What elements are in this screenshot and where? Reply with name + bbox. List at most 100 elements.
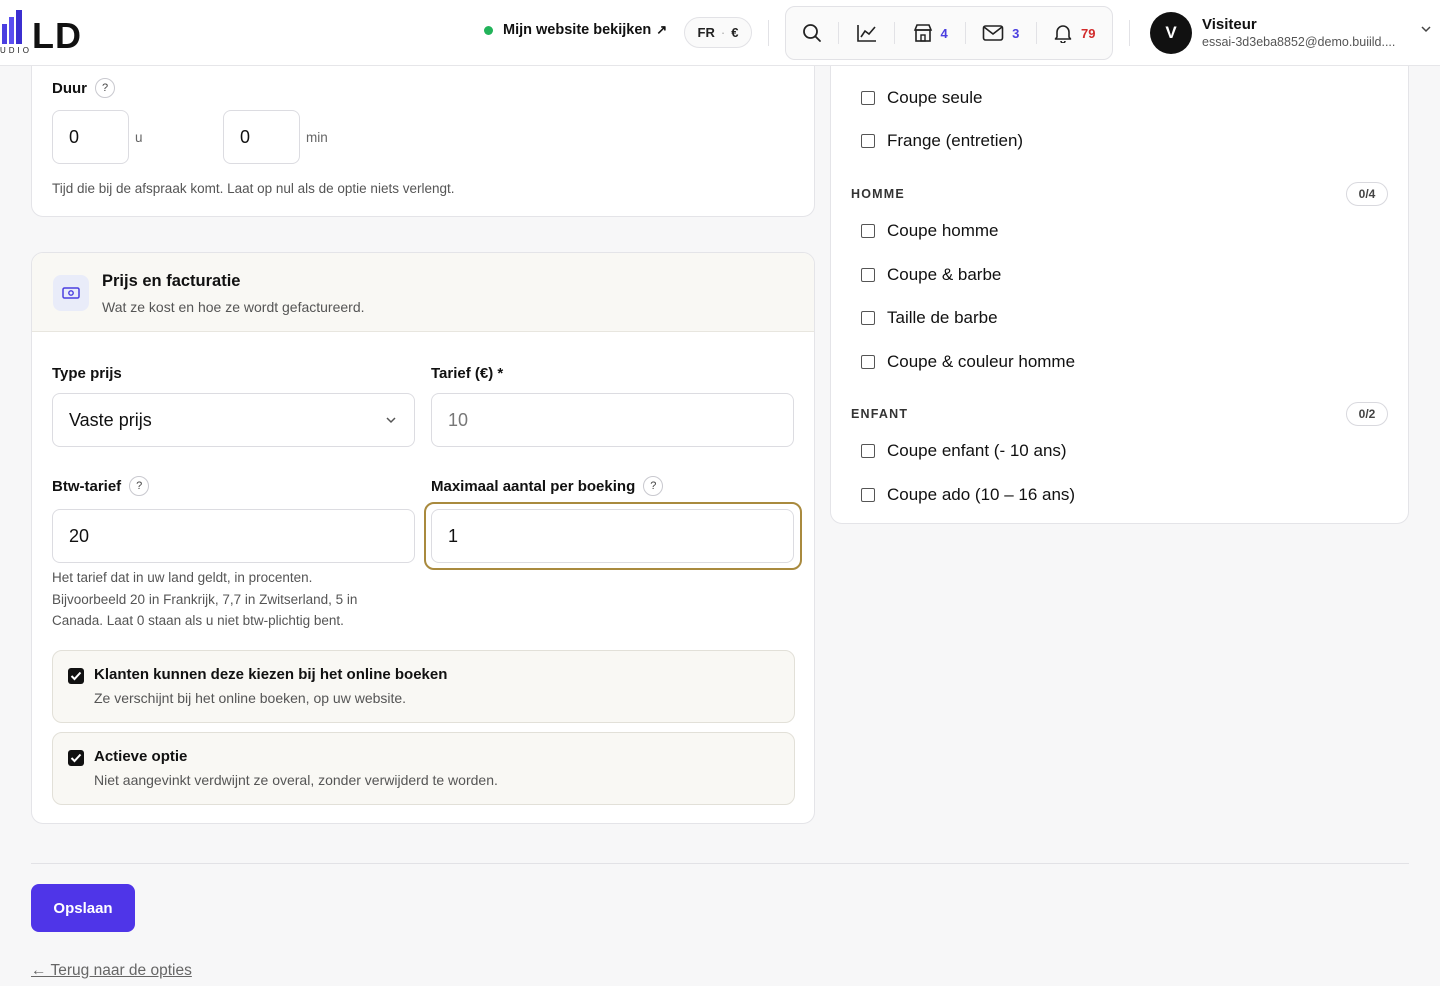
online-status-dot — [484, 25, 493, 35]
shop-badge: 4 — [940, 25, 948, 41]
duration-card: Duur ? 0 u 0 min Tijd die bij de afspraa… — [31, 40, 815, 217]
service-checkbox[interactable] — [861, 355, 875, 369]
vat-hint-line: Bijvoorbeeld 20 in Frankrijk, 7,7 in Zwi… — [52, 591, 358, 607]
online-booking-checkbox[interactable] — [68, 668, 84, 684]
online-booking-option[interactable]: Klanten kunnen deze kiezen bij het onlin… — [52, 650, 795, 723]
minutes-unit: min — [306, 130, 328, 145]
help-icon[interactable]: ? — [643, 476, 664, 496]
logo-subtitle: UDIO — [0, 46, 32, 55]
logo-bars-icon — [2, 10, 22, 44]
group-count-enfant: 0/2 — [1346, 402, 1388, 426]
messages-button[interactable]: 3 — [966, 7, 1036, 59]
vat-hint-line: Het tarief dat in uw land geldt, in proc… — [52, 570, 313, 585]
service-label: Coupe seule — [887, 88, 983, 107]
chart-icon — [856, 25, 876, 42]
duration-hours-input[interactable]: 0 — [52, 110, 129, 164]
top-bar: LD UDIO Mijn website bekijken ↗ FR · € 4… — [0, 0, 1440, 66]
vat-hint: Het tarief dat in uw land geldt, in proc… — [52, 567, 357, 632]
service-label: Coupe homme — [887, 221, 999, 240]
help-icon[interactable]: ? — [129, 476, 150, 496]
service-checkbox[interactable] — [861, 488, 875, 502]
service-checkbox[interactable] — [861, 224, 875, 238]
user-email: essai-3d3eba8852@demo.buiild.... — [1202, 35, 1396, 49]
service-checkbox[interactable] — [861, 134, 875, 148]
online-booking-subtitle: Ze verschijnt bij het online boeken, op … — [94, 690, 407, 706]
service-option[interactable]: Coupe ado (10 – 16 ans) — [861, 485, 1075, 505]
active-option-title: Actieve optie — [94, 748, 188, 765]
service-checkbox[interactable] — [861, 444, 875, 458]
max-per-booking-label: Maximaal aantal per boeking ? — [431, 476, 664, 496]
price-card-title: Prijs en facturatie — [102, 272, 241, 290]
language-currency-switcher[interactable]: FR · € — [684, 17, 752, 48]
price-type-select[interactable]: Vaste prijs — [52, 393, 415, 447]
price-type-label: Type prijs — [52, 365, 122, 382]
active-option-checkbox[interactable] — [68, 750, 84, 766]
service-label: Taille de barbe — [887, 308, 998, 327]
service-option[interactable]: Coupe & couleur homme — [861, 352, 1075, 372]
max-per-booking-label-text: Maximaal aantal per boeking — [431, 477, 636, 495]
statistics-button[interactable] — [839, 7, 895, 59]
user-name[interactable]: Visiteur — [1202, 16, 1257, 33]
price-type-value: Vaste prijs — [69, 409, 152, 430]
price-card-subtitle: Wat ze kost en hoe ze wordt gefactureerd… — [102, 299, 365, 315]
help-icon[interactable]: ? — [95, 78, 115, 98]
vat-hint-line: Canada. Laat 0 staan als u niet btw-plic… — [52, 613, 344, 628]
check-icon — [70, 753, 82, 763]
rate-input[interactable]: 10 — [431, 393, 794, 447]
group-heading-enfant: ENFANT — [851, 407, 909, 421]
messages-badge: 3 — [1012, 25, 1020, 41]
view-website-link[interactable]: Mijn website bekijken ↗ — [484, 22, 667, 38]
duration-label-text: Duur — [52, 79, 87, 97]
language-label: FR — [697, 25, 715, 40]
service-option[interactable]: Frange (entretien) — [861, 131, 1023, 151]
divider — [768, 20, 769, 46]
shop-button[interactable]: 4 — [895, 7, 965, 59]
view-website-label: Mijn website bekijken — [503, 22, 652, 38]
notifications-button[interactable]: 79 — [1037, 7, 1113, 59]
chevron-down-icon[interactable] — [1420, 24, 1432, 34]
max-per-booking-input[interactable]: 1 — [431, 509, 794, 563]
active-option-subtitle: Niet aangevinkt verdwijnt ze overal, zon… — [94, 772, 498, 788]
active-option[interactable]: Actieve optie Niet aangevinkt verdwijnt … — [52, 732, 795, 805]
currency-label: € — [731, 25, 739, 40]
group-heading-homme: HOMME — [851, 187, 905, 201]
service-label: Coupe & couleur homme — [887, 352, 1076, 371]
back-to-options-link[interactable]: ← Terug naar de opties — [31, 962, 192, 980]
online-booking-title: Klanten kunnen deze kiezen bij het onlin… — [94, 666, 448, 683]
group-count-homme: 0/4 — [1346, 182, 1388, 206]
service-checkbox[interactable] — [861, 91, 875, 105]
separator-dot: · — [720, 25, 726, 40]
logo-text: LD — [32, 15, 82, 56]
banknote-icon — [53, 275, 89, 311]
save-button[interactable]: Opslaan — [31, 884, 135, 932]
service-option[interactable]: Coupe seule — [861, 88, 982, 108]
vat-input[interactable]: 20 — [52, 509, 415, 563]
header-icon-bar: 4 3 79 — [785, 6, 1113, 60]
store-icon — [913, 24, 932, 42]
price-billing-card: Prijs en facturatie Wat ze kost en hoe z… — [31, 252, 815, 824]
service-label: Frange (entretien) — [887, 131, 1024, 150]
service-checkbox[interactable] — [861, 268, 875, 282]
service-option[interactable]: Coupe enfant (- 10 ans) — [861, 441, 1067, 461]
search-icon — [802, 24, 821, 42]
divider — [1129, 20, 1130, 46]
duration-hint: Tijd die bij de afspraak komt. Laat op n… — [52, 181, 455, 196]
service-label: Coupe enfant (- 10 ans) — [887, 441, 1067, 460]
service-option[interactable]: Coupe & barbe — [861, 265, 1001, 285]
avatar[interactable]: V — [1150, 12, 1192, 54]
vat-label: Btw-tarief ? — [52, 476, 150, 496]
service-label: Coupe ado (10 – 16 ans) — [887, 485, 1076, 504]
service-label: Coupe & barbe — [887, 265, 1002, 284]
service-option[interactable]: Coupe homme — [861, 221, 999, 241]
services-card: Coupe seule Frange (entretien) HOMME 0/4… — [830, 40, 1409, 524]
logo[interactable]: LD UDIO — [0, 10, 100, 60]
mail-icon — [982, 25, 1004, 41]
duration-minutes-input[interactable]: 0 — [223, 110, 300, 164]
check-icon — [70, 671, 82, 681]
search-button[interactable] — [786, 7, 838, 59]
price-type-label-text: Type prijs — [52, 365, 122, 382]
service-option[interactable]: Taille de barbe — [861, 308, 998, 328]
service-checkbox[interactable] — [861, 311, 875, 325]
price-card-header: Prijs en facturatie Wat ze kost en hoe z… — [32, 253, 814, 332]
hours-unit: u — [135, 130, 143, 145]
